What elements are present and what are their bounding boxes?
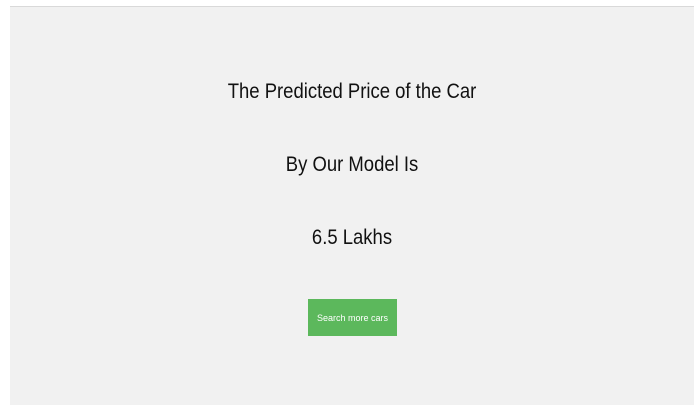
result-panel: The Predicted Price of the Car By Our Mo…: [10, 6, 694, 405]
prediction-heading: The Predicted Price of the Car: [227, 80, 477, 103]
predicted-price: 6.5 Lakhs: [311, 226, 393, 249]
prediction-subheading: By Our Model Is: [285, 153, 419, 176]
search-more-cars-button[interactable]: Search more cars: [308, 299, 397, 336]
